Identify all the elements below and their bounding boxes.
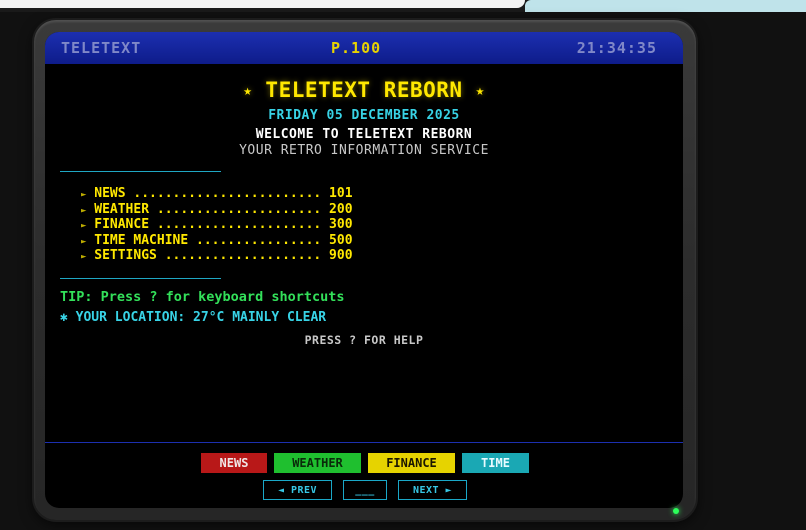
header-brand: TELETEXT (61, 39, 142, 57)
menu-item-settings[interactable]: ► SETTINGS .................... 900 (81, 248, 353, 264)
menu-item-label: TIME MACHINE ................ 500 (94, 232, 353, 248)
page-title: ★ TELETEXT REBORN ★ (45, 78, 683, 102)
menu-item-time-machine[interactable]: ► TIME MACHINE ................ 500 (81, 233, 353, 249)
header-page-number: P.100 (331, 39, 382, 57)
fastext-time-button[interactable]: TIME (462, 453, 529, 473)
top-strip-left (0, 0, 525, 8)
divider (60, 278, 221, 279)
arrow-right-icon: ► (81, 190, 87, 200)
footer-divider (45, 442, 683, 443)
menu-item-weather[interactable]: ► WEATHER ..................... 200 (81, 202, 353, 218)
fastext-finance-button[interactable]: FINANCE (368, 453, 455, 473)
page-title-text: TELETEXT REBORN (265, 78, 463, 102)
page-number-input[interactable]: ___ (343, 480, 387, 500)
browser-top-strip (0, 0, 806, 12)
fastext-weather-button[interactable]: WEATHER (274, 453, 361, 473)
page-index-menu: ► NEWS ........................ 101 ► WE… (81, 186, 353, 264)
menu-item-news[interactable]: ► NEWS ........................ 101 (81, 186, 353, 202)
fastext-news-button[interactable]: NEWS (201, 453, 267, 473)
asterisk-icon: ✱ (60, 310, 68, 325)
next-page-button[interactable]: NEXT ► (398, 480, 467, 500)
power-led-indicator (673, 508, 679, 514)
divider (60, 171, 221, 172)
arrow-right-icon: ► (81, 205, 87, 216)
menu-item-finance[interactable]: ► FINANCE ..................... 300 (81, 217, 353, 233)
welcome-line: WELCOME TO TELETEXT REBORN (255, 127, 473, 142)
tip-text: TIP: Press ? for keyboard shortcuts (60, 289, 345, 305)
header-clock: 21:34:35 (576, 39, 657, 57)
teletext-header-bar: TELETEXT P.100 21:34:35 (45, 32, 683, 64)
date-line: FRIDAY 05 DECEMBER 2025 (268, 108, 460, 123)
arrow-right-icon: ► (81, 252, 87, 262)
menu-item-label: WEATHER ..................... 200 (94, 201, 353, 217)
prev-page-button[interactable]: ◄ PREV (263, 480, 332, 500)
top-strip-right (525, 0, 806, 12)
teletext-screen: TELETEXT P.100 21:34:35 ★ TELETEXT REBOR… (45, 32, 683, 508)
location-text: YOUR LOCATION: 27°C MAINLY CLEAR (75, 310, 327, 325)
tagline: YOUR RETRO INFORMATION SERVICE (239, 143, 489, 158)
star-icon: ★ (243, 83, 253, 99)
arrow-right-icon: ► (81, 236, 87, 247)
menu-item-label: SETTINGS .................... 900 (94, 248, 353, 263)
arrow-right-icon: ► (81, 221, 87, 231)
star-icon: ★ (475, 83, 485, 99)
help-hint: PRESS ? FOR HELP (304, 333, 424, 347)
menu-item-label: FINANCE ..................... 300 (94, 217, 353, 232)
menu-item-label: NEWS ........................ 101 (94, 186, 353, 201)
location-weather: ✱ YOUR LOCATION: 27°C MAINLY CLEAR (60, 310, 326, 325)
